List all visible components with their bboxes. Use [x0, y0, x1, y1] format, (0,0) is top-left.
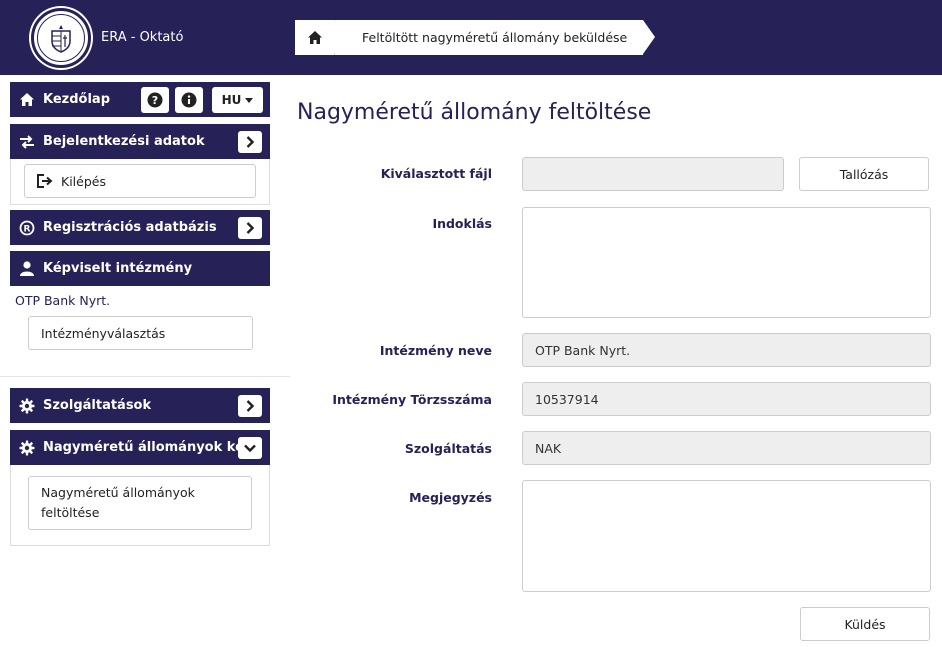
home-icon [18, 91, 36, 109]
language-dropdown[interactable]: HU [212, 87, 263, 113]
reason-label: Indoklás [432, 216, 492, 231]
top-bar: ERA - Oktató Feltöltött nagyméretű állom… [0, 0, 942, 75]
caret-down-icon [245, 97, 254, 103]
gear-icon [18, 397, 36, 415]
logout-button[interactable]: Kilépés [24, 164, 256, 198]
chevron-right-icon [246, 136, 254, 148]
chevron-down-icon [244, 444, 256, 452]
sidebar-home-block: Kezdőlap ? HU [10, 82, 270, 117]
svg-text:R: R [24, 224, 31, 234]
logout-label: Kilépés [61, 173, 106, 189]
institution-name-label: Intézmény neve [379, 343, 492, 358]
institution-select-label: Intézményválasztás [41, 325, 166, 341]
reason-textarea[interactable] [522, 207, 931, 318]
sidebar-large-files-label: Nagyméretű állományok ke... [43, 440, 259, 455]
sidebar-divider [0, 376, 290, 377]
expand-registry-button[interactable] [238, 217, 262, 239]
home-icon [307, 31, 322, 44]
info-icon [181, 92, 197, 108]
sidebar-item-registry[interactable]: R Regisztrációs adatbázis [10, 210, 270, 245]
large-files-upload-label: Nagyméretű állományok feltöltése [41, 485, 195, 520]
expand-login-button[interactable] [238, 131, 262, 153]
submit-button[interactable]: Küldés [800, 607, 930, 641]
sidebar-login-block: Bejelentkezési adatok Kilépés [10, 124, 270, 205]
logo-seal [37, 14, 85, 62]
help-button[interactable]: ? [141, 87, 169, 113]
sidebar-item-large-files[interactable]: Nagyméretű állományok ke... [10, 430, 270, 465]
sidebar-item-services[interactable]: Szolgáltatások [10, 388, 270, 423]
sidebar-home-label: Kezdőlap [43, 92, 110, 107]
chevron-right-icon [246, 222, 254, 234]
exchange-icon [18, 133, 36, 151]
question-icon: ? [147, 92, 163, 108]
chevron-right-icon [246, 400, 254, 412]
sidebar-item-home[interactable]: Kezdőlap ? HU [10, 82, 270, 117]
breadcrumb-home[interactable] [295, 20, 344, 55]
info-button[interactable] [175, 87, 203, 113]
sidebar-item-represented: Képviselt intézmény [10, 251, 270, 286]
institution-id-label: Intézmény Törzsszáma [332, 392, 492, 407]
breadcrumb-current: Feltöltött nagyméretű állomány beküldése [335, 20, 656, 55]
note-label: Megjegyzés [409, 490, 492, 505]
page-title: Nagyméretű állomány feltöltése [297, 100, 652, 125]
gear-icon [18, 439, 36, 457]
registered-icon: R [18, 219, 36, 237]
logout-icon [37, 174, 53, 188]
svg-text:?: ? [152, 94, 158, 107]
file-label: Kiválasztott fájl [380, 166, 492, 181]
sidebar-item-large-files-upload[interactable]: Nagyméretű állományok feltöltése [28, 476, 252, 530]
user-icon [18, 260, 36, 278]
note-textarea[interactable] [522, 480, 931, 592]
institution-select-button[interactable]: Intézményválasztás [28, 316, 253, 350]
sidebar-registry-label: Regisztrációs adatbázis [43, 220, 217, 235]
sidebar-login-label: Bejelentkezési adatok [43, 134, 205, 149]
sidebar-services-block: Szolgáltatások [10, 388, 270, 423]
collapse-large-files-button[interactable] [238, 437, 262, 459]
sidebar-item-login-data[interactable]: Bejelentkezési adatok [10, 124, 270, 159]
breadcrumb-current-label: Feltöltött nagyméretű állomány beküldése [362, 30, 628, 45]
institution-name-field: OTP Bank Nyrt. [522, 333, 931, 367]
browse-button[interactable]: Tallózás [799, 157, 929, 191]
breadcrumb: Feltöltött nagyméretű állomány beküldése [295, 20, 656, 55]
coat-of-arms-icon [51, 25, 71, 53]
sidebar-large-files-block: Nagyméretű állományok ke... Nagyméretű á… [10, 430, 270, 546]
expand-services-button[interactable] [238, 395, 262, 417]
sidebar-represented-label: Képviselt intézmény [43, 261, 193, 276]
sidebar-registry-block: R Regisztrációs adatbázis [10, 210, 270, 245]
sidebar-login-body: Kilépés [10, 159, 270, 205]
institution-id-field: 10537914 [522, 382, 931, 416]
service-label: Szolgáltatás [404, 441, 492, 456]
represented-institution-name: OTP Bank Nyrt. [15, 293, 111, 308]
service-field: NAK [522, 431, 931, 465]
sidebar-represented-block: Képviselt intézmény [10, 251, 270, 286]
app-title: ERA - Oktató [101, 30, 184, 45]
selected-file-field [522, 157, 784, 191]
sidebar-services-label: Szolgáltatások [43, 398, 152, 413]
sidebar-large-files-body: Nagyméretű állományok feltöltése [10, 465, 270, 546]
mnb-logo[interactable] [31, 8, 91, 68]
language-label: HU [221, 93, 242, 107]
